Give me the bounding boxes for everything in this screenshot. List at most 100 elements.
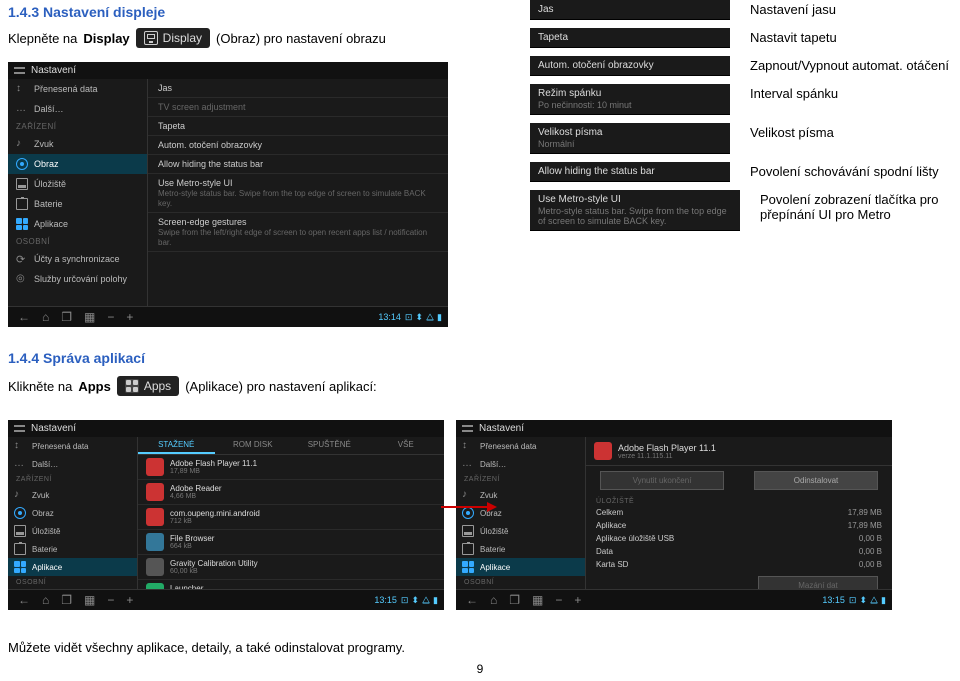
sidebar-item[interactable]: Další… bbox=[8, 455, 137, 473]
storage-icon bbox=[14, 525, 26, 537]
sidebar-item[interactable]: Další… bbox=[456, 455, 585, 473]
storage-icon bbox=[462, 525, 474, 537]
sidebar-category: ZAŘÍZENÍ bbox=[456, 473, 585, 486]
sidebar-item-apps[interactable]: Aplikace bbox=[456, 558, 585, 576]
app-icon bbox=[146, 558, 164, 576]
tab-running[interactable]: SPUŠTĚNÉ bbox=[291, 437, 368, 454]
title-bar: Nastavení bbox=[456, 420, 892, 437]
chip-label: Display bbox=[163, 31, 202, 45]
status-time: 13:15 bbox=[822, 595, 845, 605]
settings-screenshot: Nastavení Přenesená data Další… ZAŘÍZENÍ… bbox=[8, 62, 448, 327]
storage-row: Aplikace úložiště USB0,00 B bbox=[586, 532, 892, 545]
footer-text: Můžete vidět všechny aplikace, detaily, … bbox=[8, 640, 405, 655]
sidebar-item-battery[interactable]: Baterie bbox=[8, 540, 137, 558]
app-row[interactable]: Launcher1,56 MB bbox=[138, 580, 444, 589]
sidebar-item-display[interactable]: Obraz bbox=[8, 504, 137, 522]
setting-row[interactable]: Allow hiding the status bar bbox=[148, 155, 448, 174]
callout-label: Povolení schovávání spodní lišty bbox=[750, 162, 939, 179]
instruct-suffix: (Aplikace) pro nastavení aplikací: bbox=[185, 379, 376, 394]
apps-list-screenshot: Nastavení Přenesená data Další… ZAŘÍZENÍ… bbox=[8, 420, 444, 610]
app-row[interactable]: File Browser664 kB bbox=[138, 530, 444, 555]
location-icon bbox=[16, 273, 28, 285]
setting-row[interactable]: Jas bbox=[148, 79, 448, 98]
uninstall-button[interactable]: Odinstalovat bbox=[754, 471, 878, 490]
apps-instruction: Klikněte na Apps Apps (Aplikace) pro nas… bbox=[8, 376, 377, 396]
force-stop-button[interactable]: Vynutit ukončení bbox=[600, 471, 724, 490]
sidebar-item-battery[interactable]: Baterie bbox=[456, 540, 585, 558]
setting-row[interactable]: TV screen adjustment bbox=[148, 98, 448, 117]
vol-down-button[interactable]: − bbox=[103, 309, 118, 325]
recents-button[interactable]: ❐ bbox=[57, 592, 76, 608]
sidebar-item-sound[interactable]: Zvuk bbox=[8, 486, 137, 504]
sidebar-item-storage[interactable]: Úložiště bbox=[8, 174, 147, 194]
display-instruction: Klepněte na Display Display (Obraz) pro … bbox=[8, 28, 386, 48]
setting-row[interactable]: Screen-edge gesturesSwipe from the left/… bbox=[148, 213, 448, 252]
arrow-icon bbox=[441, 500, 497, 510]
sidebar-item[interactable]: Další… bbox=[8, 99, 147, 119]
callout-label: Zapnout/Vypnout automat. otáčení bbox=[750, 56, 949, 73]
usb-icon: ⬍ bbox=[415, 312, 423, 323]
home-button[interactable]: ⌂ bbox=[38, 309, 53, 325]
sidebar-item-sync[interactable]: Účty a synchronizace bbox=[8, 249, 147, 269]
setting-row[interactable]: Autom. otočení obrazovky bbox=[148, 136, 448, 155]
app-row[interactable]: Adobe Flash Player 11.117,89 MB bbox=[138, 455, 444, 480]
storage-row: Data0,00 B bbox=[586, 545, 892, 558]
callout-snippet: Allow hiding the status bar bbox=[530, 162, 730, 182]
app-detail-header: Adobe Flash Player 11.1verze 11.1.115.11 bbox=[586, 437, 892, 466]
screenshot-button[interactable]: ▦ bbox=[528, 592, 547, 608]
sidebar-item-display[interactable]: Obraz bbox=[8, 154, 147, 174]
app-row[interactable]: Adobe Reader4,66 MB bbox=[138, 480, 444, 505]
sidebar-item-storage[interactable]: Úložiště bbox=[456, 522, 585, 540]
sound-icon bbox=[16, 138, 28, 150]
apps-tabs: STAŽENÉ ROM DISK SPUŠTĚNÉ VŠE bbox=[138, 437, 444, 455]
tab-all[interactable]: VŠE bbox=[368, 437, 445, 454]
home-button[interactable]: ⌂ bbox=[38, 592, 53, 608]
sidebar-item-location[interactable]: Služby určování polohy bbox=[8, 269, 147, 289]
tab-downloaded[interactable]: STAŽENÉ bbox=[138, 437, 215, 454]
storage-row: Celkem17,89 MB bbox=[586, 506, 892, 519]
tab-romdisk[interactable]: ROM DISK bbox=[215, 437, 292, 454]
sidebar-item-apps[interactable]: Aplikace bbox=[8, 558, 137, 576]
app-icon bbox=[146, 483, 164, 501]
status-time: 13:15 bbox=[374, 595, 397, 605]
app-row[interactable]: Gravity Calibration Utility60,00 kB bbox=[138, 555, 444, 580]
setting-row[interactable]: Use Metro-style UIMetro-style status bar… bbox=[148, 174, 448, 213]
sidebar-item[interactable]: Přenesená data bbox=[456, 437, 585, 455]
sidebar-item[interactable]: Přenesená data bbox=[8, 79, 147, 99]
data-usage-icon bbox=[462, 440, 474, 452]
sound-icon bbox=[14, 489, 26, 501]
instruct-bold: Apps bbox=[78, 379, 111, 394]
screenshot-button[interactable]: ▦ bbox=[80, 309, 99, 325]
storage-row: Karta SD0,00 B bbox=[586, 558, 892, 571]
back-button[interactable]: ← bbox=[14, 309, 34, 325]
callout-label: Nastavit tapetu bbox=[750, 28, 837, 45]
recents-button[interactable]: ❐ bbox=[57, 309, 76, 325]
app-row[interactable]: com.oupeng.mini.android712 kB bbox=[138, 505, 444, 530]
setting-row[interactable]: Tapeta bbox=[148, 117, 448, 136]
instruct-prefix: Klepněte na bbox=[8, 31, 77, 46]
sidebar-item-storage[interactable]: Úložiště bbox=[8, 522, 137, 540]
instruct-suffix: (Obraz) pro nastavení obrazu bbox=[216, 31, 386, 46]
screenshot-button[interactable]: ▦ bbox=[80, 592, 99, 608]
back-button[interactable]: ← bbox=[14, 592, 34, 608]
data-usage-icon bbox=[14, 440, 26, 452]
storage-section-label: ÚLOŽIŠTĚ bbox=[586, 495, 892, 506]
sidebar-item-sound[interactable]: Zvuk bbox=[8, 134, 147, 154]
settings-sidebar: Přenesená data Další… ZAŘÍZENÍ Zvuk Obra… bbox=[8, 79, 148, 306]
storage-row: Aplikace17,89 MB bbox=[586, 519, 892, 532]
chip-label: Apps bbox=[144, 379, 171, 393]
recents-button[interactable]: ❐ bbox=[505, 592, 524, 608]
apps-icon bbox=[16, 218, 28, 230]
back-button[interactable]: ← bbox=[462, 592, 482, 608]
display-icon bbox=[16, 158, 28, 170]
callout-label: Povolení zobrazení tlačítka pro přepínán… bbox=[760, 190, 950, 222]
display-chip: Display bbox=[136, 28, 210, 48]
sidebar-item-apps[interactable]: Aplikace bbox=[8, 214, 147, 234]
clear-data-button[interactable]: Mazání dat bbox=[758, 576, 878, 589]
apps-chip: Apps bbox=[117, 376, 179, 396]
sidebar-item-battery[interactable]: Baterie bbox=[8, 194, 147, 214]
sidebar-item[interactable]: Přenesená data bbox=[8, 437, 137, 455]
app-detail-screenshot: Nastavení Přenesená data Další… ZAŘÍZENÍ… bbox=[456, 420, 892, 610]
home-button[interactable]: ⌂ bbox=[486, 592, 501, 608]
vol-up-button[interactable]: + bbox=[122, 309, 137, 325]
